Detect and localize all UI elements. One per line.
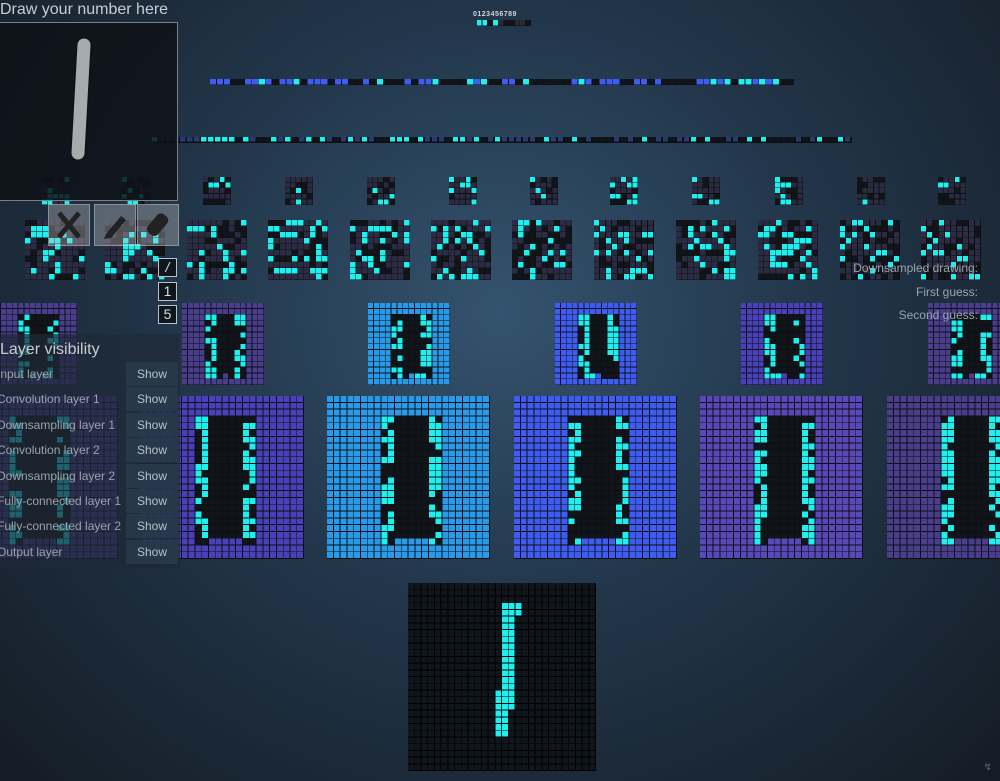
layer-visibility-title: Layer visibility xyxy=(0,341,100,358)
downsampling-layer-2-map xyxy=(775,177,803,205)
drawing-canvas[interactable] xyxy=(0,22,178,201)
eraser-icon xyxy=(146,213,169,237)
pencil-icon xyxy=(104,216,126,239)
show-layer-button[interactable]: Show xyxy=(126,387,178,412)
output-layer xyxy=(477,20,531,26)
first-guess-label: First guess: xyxy=(915,285,978,299)
downsampling-layer-1-map xyxy=(555,303,637,385)
show-layer-button[interactable]: Show xyxy=(126,362,178,386)
layer-name: Convolution layer 2 xyxy=(0,443,100,458)
layer-visibility-row: Input layer Show xyxy=(0,362,180,386)
layer-name: Downsampling layer 2 xyxy=(0,468,116,483)
downsampling-layer-2-map xyxy=(285,177,313,205)
show-layer-button[interactable]: Show xyxy=(126,438,178,463)
downsampling-layer-2-map xyxy=(610,177,638,205)
layer-name: Input layer xyxy=(0,367,54,381)
layer-visibility-row: Convolution layer 2 Show xyxy=(0,438,180,463)
fully-connected-layer-2 xyxy=(210,79,794,85)
pencil-button[interactable] xyxy=(94,204,136,246)
downsampled-label: Downsampled drawing: xyxy=(853,261,978,275)
show-layer-button[interactable]: Show xyxy=(126,539,178,564)
convolution-layer-2-map xyxy=(187,220,247,280)
draw-title: Draw your number here xyxy=(0,1,169,18)
convolution-layer-2-map xyxy=(676,220,736,280)
convolution-layer-2-map xyxy=(350,220,410,280)
convolution-layer-1-map xyxy=(887,396,1000,559)
second-guess-label: Second guess: xyxy=(898,308,978,322)
layer-visibility-row: Fully-connected layer 1 Show xyxy=(0,489,180,513)
show-layer-button[interactable]: Show xyxy=(126,412,178,437)
layer-name: Fully-connected layer 1 xyxy=(0,494,122,508)
convolution-layer-2-map xyxy=(758,220,818,280)
convolution-layer-1-map xyxy=(514,396,677,559)
resize-icon[interactable]: ↯ xyxy=(984,762,992,773)
downsampling-layer-2-map xyxy=(857,177,885,205)
clear-button[interactable] xyxy=(48,204,90,246)
second-guess-value: 5 xyxy=(158,305,177,324)
downsampling-layer-1-map xyxy=(182,303,264,385)
input-layer xyxy=(408,583,596,771)
downsampling-layer-1-map xyxy=(368,303,450,385)
downsampling-layer-2-map xyxy=(938,177,966,205)
layer-visibility-row: Downsampling layer 2 Show xyxy=(0,463,180,488)
convolution-layer-2-map xyxy=(268,220,328,280)
layer-visibility-panel: Layer visibility Input layer Show Convolut… xyxy=(0,334,180,568)
layer-visibility-row: Downsampling layer 1 Show xyxy=(0,412,180,437)
layer-name: Fully-connected layer 2 xyxy=(0,519,122,534)
layer-visibility-row: Convolution layer 1 Show xyxy=(0,387,180,412)
layer-visibility-row: Output layer Show xyxy=(0,539,180,564)
show-layer-button[interactable]: Show xyxy=(126,514,178,539)
convolution-layer-2-map xyxy=(594,220,654,280)
downsampling-layer-2-map xyxy=(367,177,395,205)
eraser-button[interactable] xyxy=(137,204,179,246)
fully-connected-layer-1 xyxy=(152,137,852,143)
convolution-layer-2-map xyxy=(512,220,572,280)
downsampling-layer-2-map xyxy=(530,177,558,205)
convolution-layer-2-map xyxy=(431,220,491,280)
x-icon xyxy=(57,211,81,239)
downsampling-layer-2-map xyxy=(203,177,231,205)
show-layer-button[interactable]: Show xyxy=(126,463,178,488)
convolution-layer-1-map xyxy=(700,396,863,559)
layer-name: Convolution layer 1 xyxy=(0,392,100,407)
downsampled-preview: / xyxy=(158,258,177,277)
layer-name: Output layer xyxy=(0,544,63,559)
convolution-layer-1-map xyxy=(327,396,490,559)
layer-name: Downsampling layer 1 xyxy=(0,417,116,432)
show-layer-button[interactable]: Show xyxy=(126,489,178,513)
downsampling-layer-2-map xyxy=(692,177,720,205)
downsampling-layer-2-map xyxy=(449,177,477,205)
layer-visibility-row: Fully-connected layer 2 Show xyxy=(0,514,180,539)
first-guess-value: 1 xyxy=(158,282,177,301)
output-digit-labels: 0123456789 xyxy=(473,11,517,18)
downsampling-layer-1-map xyxy=(741,303,823,385)
